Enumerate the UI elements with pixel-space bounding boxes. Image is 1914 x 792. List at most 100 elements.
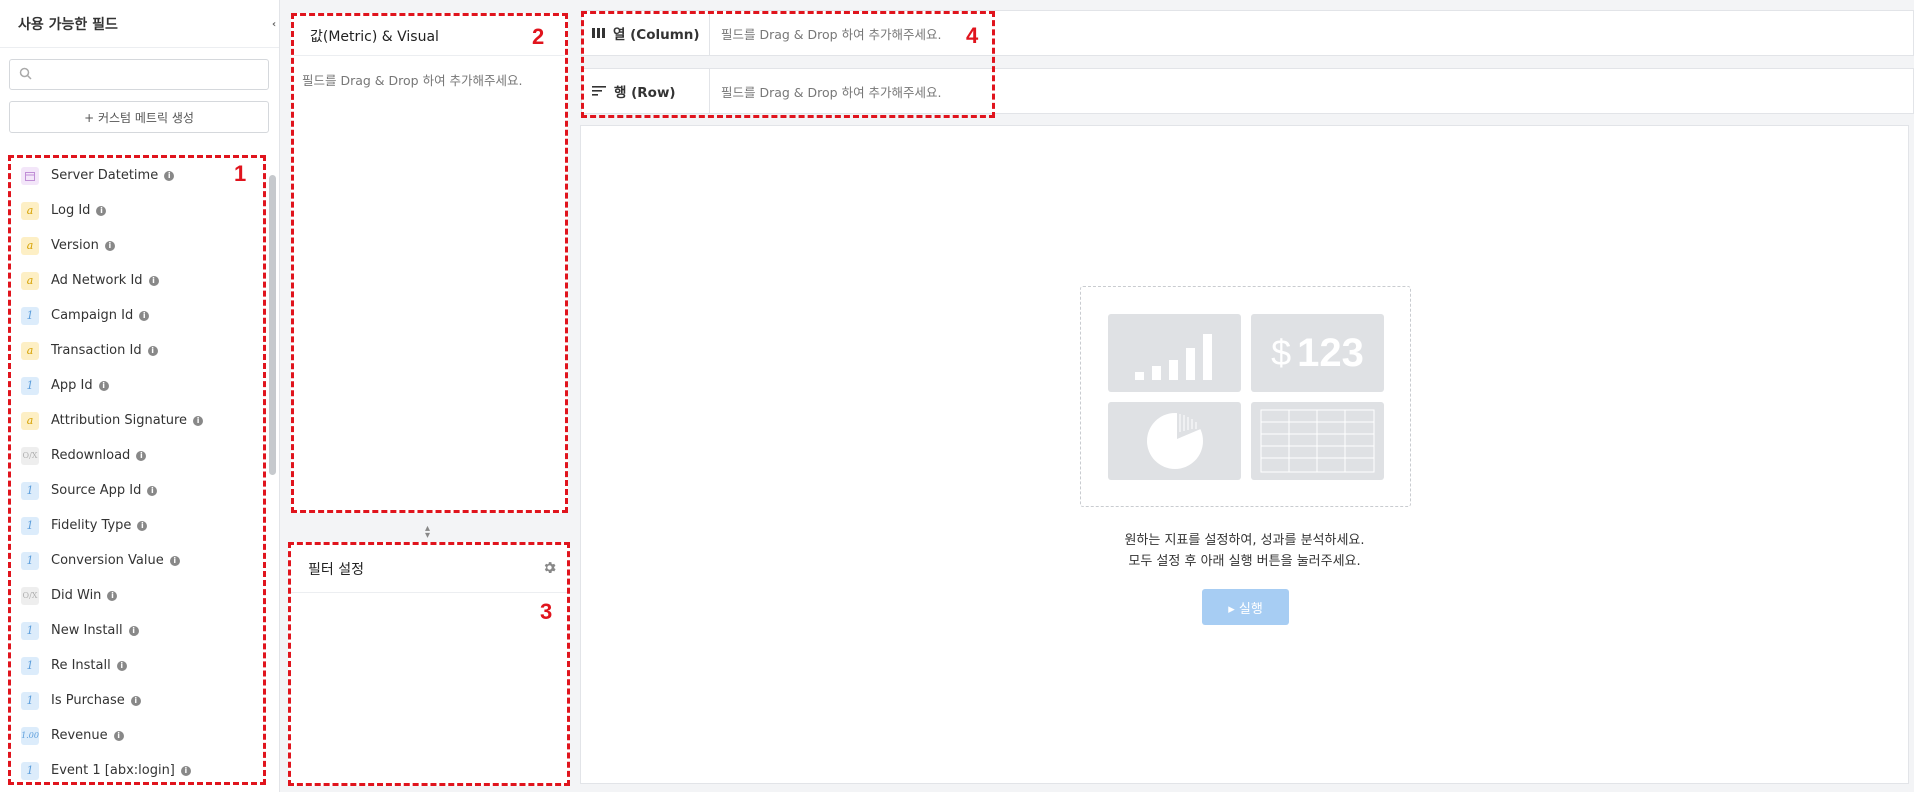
field-item[interactable]: 1 Campaign Id i: [11, 298, 263, 333]
field-item[interactable]: 1 Re Install i: [11, 648, 263, 683]
annotation-number: 3: [540, 599, 553, 624]
field-name: Attribution Signature: [51, 413, 188, 428]
field-item[interactable]: 1 App Id i: [11, 368, 263, 403]
column-label-text: 열 (Column): [613, 27, 700, 43]
field-list: Server Datetime i a Log Id i a Version i a Ad Net…: [8, 155, 266, 785]
field-name: App Id: [51, 378, 93, 393]
info-icon[interactable]: i: [147, 345, 158, 356]
run-button[interactable]: ▸ 실행: [1202, 589, 1289, 625]
info-icon[interactable]: i: [180, 765, 191, 776]
filter-panel-title: 필터 설정: [308, 561, 364, 578]
info-icon[interactable]: i: [130, 695, 141, 706]
info-icon[interactable]: i: [128, 625, 139, 636]
column-dropzone[interactable]: 열 (Column) 필드를 Drag & Drop 하여 추가해주세요.: [581, 10, 1914, 56]
field-item[interactable]: 1 Fidelity Type i: [11, 508, 263, 543]
field-name: Campaign Id: [51, 308, 134, 323]
info-icon[interactable]: i: [104, 240, 115, 251]
field-item[interactable]: a Ad Network Id i: [11, 263, 263, 298]
field-item[interactable]: 1.00 Revenue i: [11, 718, 263, 753]
field-name: Event 1 [abx:login]: [51, 763, 175, 778]
field-name: Log Id: [51, 203, 91, 218]
string-type-icon: a: [21, 341, 39, 360]
number-type-icon: 1: [21, 481, 39, 500]
pie-chart-tile: [1108, 402, 1241, 480]
number-type-icon: 1: [21, 306, 39, 325]
gear-icon[interactable]: [542, 560, 557, 575]
annotation-number: 1: [234, 161, 247, 186]
field-search-input[interactable]: [38, 63, 263, 86]
field-item[interactable]: 1 Is Purchase i: [11, 683, 263, 718]
field-name: Transaction Id: [51, 343, 142, 358]
info-icon[interactable]: i: [139, 310, 150, 321]
field-item[interactable]: Server Datetime i: [11, 158, 263, 193]
filter-panel[interactable]: 필터 설정: [288, 542, 570, 786]
annotation-number: 2: [532, 24, 545, 49]
number-type-icon: 1: [21, 376, 39, 395]
field-name: Re Install: [51, 658, 111, 673]
column-dropzone-placeholder: 필드를 Drag & Drop 하여 추가해주세요.: [721, 26, 942, 42]
chevron-left-icon[interactable]: ‹: [269, 14, 279, 34]
number-type-icon: 1: [21, 551, 39, 570]
number-type-icon: 1: [21, 656, 39, 675]
info-icon[interactable]: i: [107, 590, 118, 601]
field-name: Conversion Value: [51, 553, 164, 568]
field-item[interactable]: 1 Conversion Value i: [11, 543, 263, 578]
string-type-icon: a: [21, 201, 39, 220]
field-name: New Install: [51, 623, 123, 638]
field-name: Fidelity Type: [51, 518, 132, 533]
field-name: Source App Id: [51, 483, 142, 498]
info-icon[interactable]: i: [148, 275, 159, 286]
kpi-number-tile: $123: [1251, 314, 1384, 392]
search-box[interactable]: [9, 59, 269, 90]
field-item[interactable]: a Log Id i: [11, 193, 263, 228]
info-icon[interactable]: i: [98, 380, 109, 391]
metric-visual-panel[interactable]: 값(Metric) & Visual 필드를 Drag & Drop 하여 추가…: [291, 13, 568, 513]
field-item[interactable]: a Attribution Signature i: [11, 403, 263, 438]
result-area: $123 원하는 지표를 설정하여, 성과를 분석하세요. 모두 설정 후 아래…: [580, 125, 1909, 784]
column-label: 열 (Column): [582, 11, 710, 55]
info-icon[interactable]: i: [136, 450, 147, 461]
metric-dropzone-placeholder: 필드를 Drag & Drop 하여 추가해주세요.: [302, 73, 523, 88]
annotation-number: 4: [966, 23, 979, 48]
field-item[interactable]: a Version i: [11, 228, 263, 263]
field-item[interactable]: 1 New Install i: [11, 613, 263, 648]
boolean-type-icon: O/X: [21, 446, 39, 465]
sidebar-title: 사용 가능한 필드: [18, 16, 118, 33]
row-label-text: 행 (Row): [614, 85, 676, 101]
pie-chart-icon: [1147, 410, 1203, 469]
currency-symbol: $: [1271, 332, 1292, 373]
field-item[interactable]: O/X Did Win i: [11, 578, 263, 613]
columns-icon: [592, 28, 605, 38]
field-name: Ad Network Id: [51, 273, 143, 288]
sidebar-scrollbar[interactable]: [269, 175, 276, 475]
visual-placeholder-illustration: $123: [1080, 286, 1411, 507]
info-icon[interactable]: i: [169, 555, 180, 566]
field-item[interactable]: 1 Event 1 [abx:login] i: [11, 753, 263, 782]
info-icon[interactable]: i: [96, 205, 107, 216]
panel-resize-handle-icon[interactable]: ▴ ▾: [425, 524, 430, 541]
fields-sidebar: 사용 가능한 필드 ‹ + 커스텀 메트릭 생성 Server Datetime…: [0, 0, 280, 792]
kpi-value: 123: [1297, 330, 1364, 375]
field-name: Redownload: [51, 448, 131, 463]
boolean-type-icon: O/X: [21, 586, 39, 605]
number-type-icon: 1: [21, 621, 39, 640]
calendar-icon: [21, 166, 39, 185]
info-icon[interactable]: i: [193, 415, 204, 426]
info-icon[interactable]: i: [164, 170, 175, 181]
metric-panel-title: 값(Metric) & Visual: [294, 16, 565, 56]
row-dropzone[interactable]: 행 (Row) 필드를 Drag & Drop 하여 추가해주세요.: [581, 68, 1914, 114]
create-custom-metric-button[interactable]: + 커스텀 메트릭 생성: [9, 101, 269, 133]
row-label: 행 (Row): [582, 69, 710, 113]
field-name: Did Win: [51, 588, 102, 603]
info-icon[interactable]: i: [137, 520, 148, 531]
table-icon: [1260, 409, 1375, 473]
field-name: Server Datetime: [51, 168, 159, 183]
info-icon[interactable]: i: [147, 485, 158, 496]
field-item[interactable]: a Transaction Id i: [11, 333, 263, 368]
field-name: Version: [51, 238, 99, 253]
field-item[interactable]: O/X Redownload i: [11, 438, 263, 473]
field-item[interactable]: 1 Source App Id i: [11, 473, 263, 508]
info-icon[interactable]: i: [116, 660, 127, 671]
field-name: Is Purchase: [51, 693, 125, 708]
info-icon[interactable]: i: [113, 730, 124, 741]
